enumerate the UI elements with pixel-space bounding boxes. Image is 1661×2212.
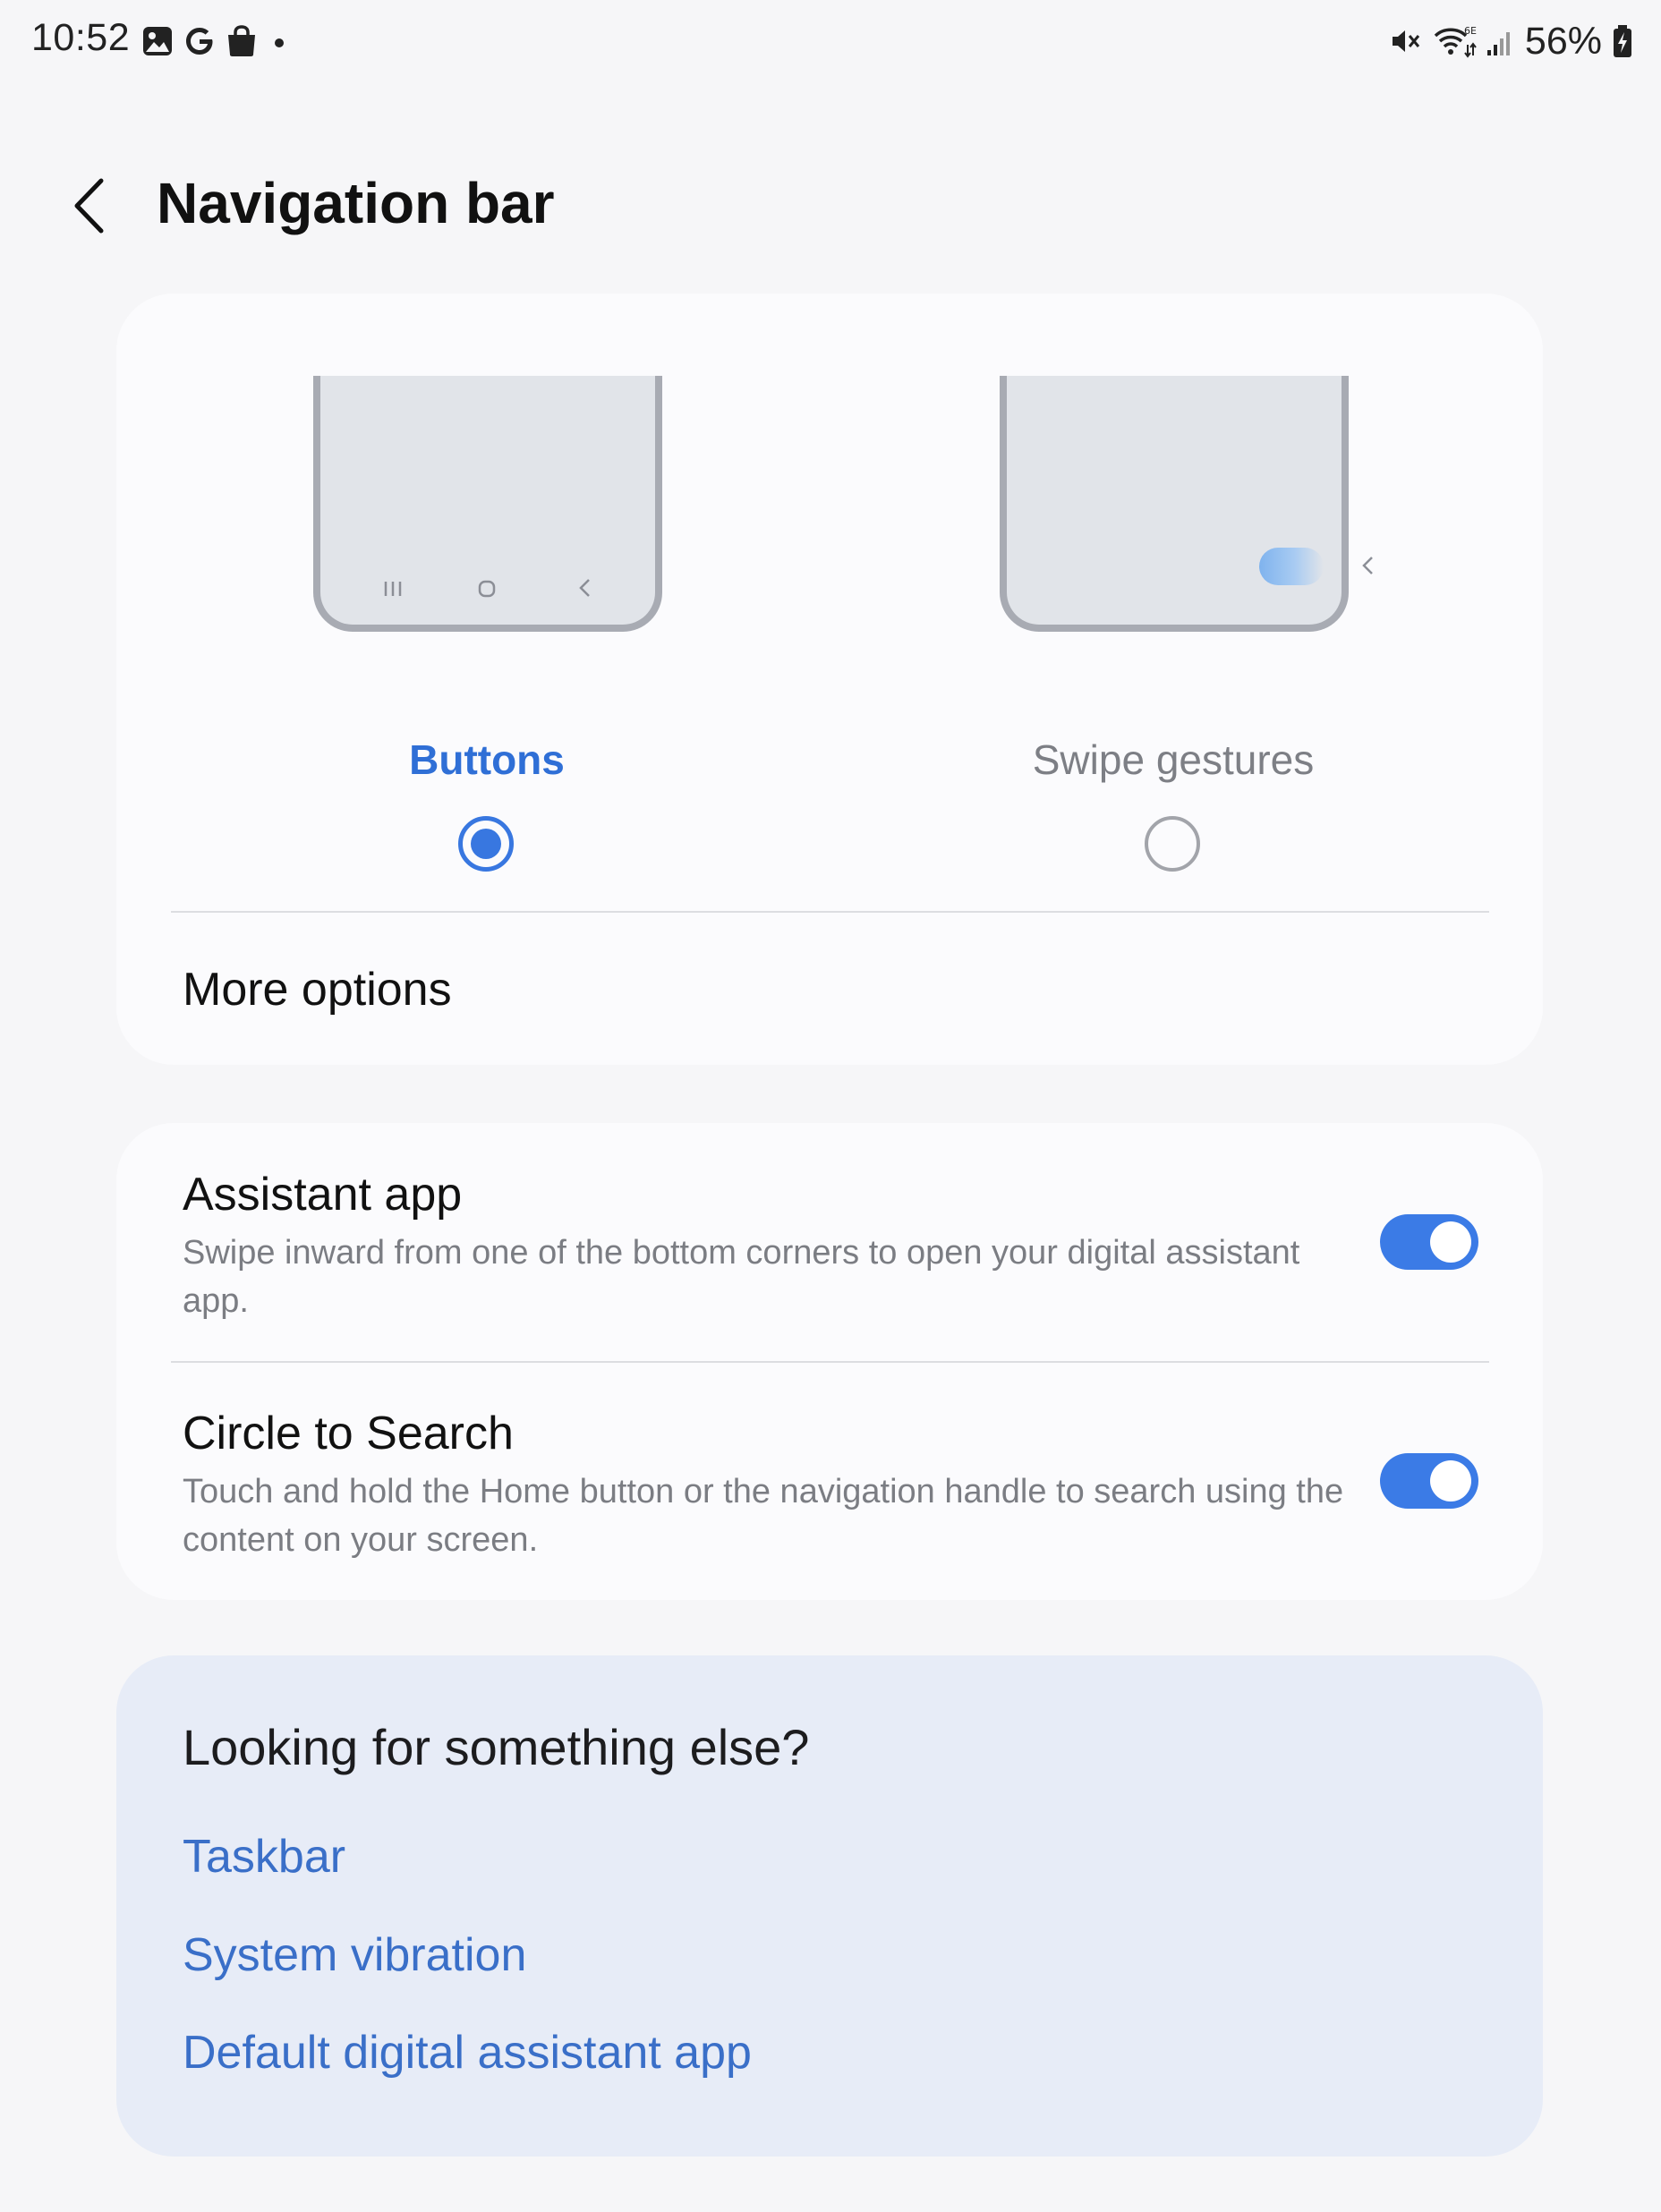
page-title: Navigation bar — [157, 171, 555, 235]
svg-text:6E: 6E — [1464, 25, 1477, 37]
back-nav-icon — [578, 578, 591, 602]
system-vibration-link[interactable]: System vibration — [183, 1928, 526, 1982]
back-button[interactable] — [54, 161, 125, 251]
assistant-app-toggle[interactable] — [1380, 1214, 1478, 1270]
home-icon — [478, 580, 496, 602]
default-digital-assistant-app-link[interactable]: Default digital assistant app — [183, 2026, 752, 2080]
swipe-gestures-option-label[interactable]: Swipe gestures — [905, 736, 1442, 784]
swipe-gestures-radio[interactable] — [1145, 816, 1200, 872]
divider — [171, 911, 1489, 913]
more-options-item[interactable]: More options — [183, 963, 452, 1017]
radio-dot — [471, 829, 501, 859]
notification-dot-icon — [275, 38, 284, 47]
looking-for-title: Looking for something else? — [183, 1719, 810, 1775]
circle-to-search-description: Touch and hold the Home button or the na… — [183, 1473, 1344, 1559]
cellular-signal-icon — [1486, 32, 1510, 55]
gesture-handle-icon — [1259, 548, 1324, 585]
toggle-knob — [1430, 1221, 1471, 1263]
status-icons-left — [141, 21, 288, 61]
swipe-gestures-preview[interactable] — [1000, 376, 1349, 632]
circle-to-search-title[interactable]: Circle to Search — [183, 1407, 514, 1460]
circle-to-search-toggle[interactable] — [1380, 1453, 1478, 1509]
buttons-preview[interactable] — [313, 376, 662, 632]
taskbar-link[interactable]: Taskbar — [183, 1830, 345, 1884]
wifi-6e-icon: 6E — [1434, 25, 1477, 58]
assistant-app-title[interactable]: Assistant app — [183, 1168, 462, 1221]
shopping-bag-icon — [228, 25, 255, 56]
recents-icon — [383, 580, 403, 601]
gallery-icon — [143, 27, 172, 55]
mute-icon — [1392, 30, 1420, 52]
divider — [171, 1361, 1489, 1363]
battery-charging-icon — [1614, 25, 1631, 57]
toggle-knob — [1430, 1460, 1471, 1502]
assistant-app-description: Swipe inward from one of the bottom corn… — [183, 1234, 1300, 1320]
swipe-back-chevron-icon — [1360, 555, 1375, 581]
buttons-option-label[interactable]: Buttons — [218, 736, 755, 784]
chevron-left-icon — [74, 178, 104, 234]
buttons-radio[interactable] — [458, 816, 514, 872]
status-time: 10:52 — [31, 16, 131, 59]
battery-percent: 56% — [1524, 19, 1602, 63]
google-icon — [186, 28, 213, 55]
status-right: 6E 56% — [1387, 16, 1634, 66]
